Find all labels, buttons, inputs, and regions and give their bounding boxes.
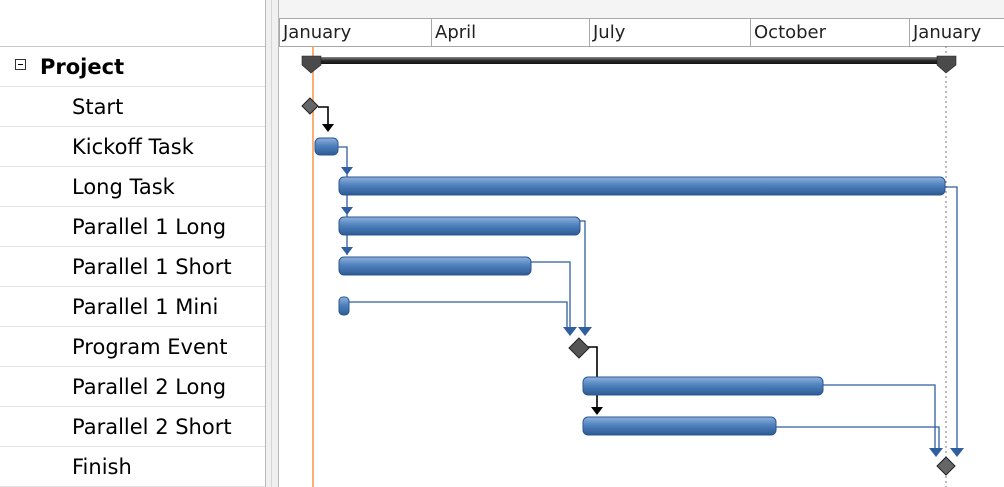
milestone-start-diamond-icon[interactable]: [301, 97, 319, 115]
task-row-parallel-1-short[interactable]: Parallel 1 Short: [0, 247, 265, 287]
timescale-period: April: [431, 19, 589, 46]
task-bar-parallel-2-short[interactable]: [582, 416, 777, 436]
task-bar-parallel-1-short[interactable]: [338, 256, 532, 276]
task-name: Parallel 1 Long: [72, 215, 227, 239]
link-arrows: [341, 167, 964, 457]
link-arrow-icon: [563, 327, 577, 336]
gantt-view: Project Start Kickoff Task Long Task Par…: [0, 0, 1004, 487]
gantt-chart-pane: January April July October January: [279, 0, 1004, 487]
task-bar-parallel-1-long[interactable]: [338, 216, 581, 236]
task-name: Finish: [72, 455, 132, 479]
task-row-long-task[interactable]: Long Task: [0, 167, 265, 207]
task-name-column: Project Start Kickoff Task Long Task Par…: [0, 0, 265, 487]
milestone-finish-diamond-icon[interactable]: [936, 456, 956, 476]
timescale-period: July: [589, 19, 750, 46]
task-list-header: [0, 0, 265, 47]
timescale-period: January: [279, 19, 431, 46]
task-name: Project: [40, 55, 125, 79]
pane-splitter[interactable]: [265, 0, 279, 487]
task-row-kickoff-task[interactable]: Kickoff Task: [0, 127, 265, 167]
task-row-parallel-1-long[interactable]: Parallel 1 Long: [0, 207, 265, 247]
timescale-top-tier: [279, 0, 1004, 19]
task-bar-long-task[interactable]: [338, 176, 946, 196]
timescale: January April July October January: [279, 0, 1004, 47]
task-name: Parallel 1 Short: [72, 255, 232, 279]
task-name: Parallel 2 Short: [72, 415, 232, 439]
task-name: Parallel 2 Long: [72, 375, 227, 399]
link-arrow-icon: [578, 327, 592, 336]
task-row-finish[interactable]: Finish: [0, 447, 265, 487]
task-bar-parallel-1-mini[interactable]: [338, 296, 350, 316]
task-row-parallel-2-long[interactable]: Parallel 2 Long: [0, 367, 265, 407]
task-name: Long Task: [72, 175, 175, 199]
timescale-period: October: [750, 19, 909, 46]
timescale-period: January: [909, 19, 1004, 46]
link-arrow-icon: [341, 167, 353, 175]
milestone-program-event-diamond-icon[interactable]: [568, 337, 590, 359]
task-row-start[interactable]: Start: [0, 87, 265, 127]
task-row-parallel-1-mini[interactable]: Parallel 1 Mini: [0, 287, 265, 327]
task-bar-parallel-2-long[interactable]: [582, 376, 824, 396]
task-row-project[interactable]: Project: [0, 47, 265, 87]
gantt-bars: [301, 46, 964, 487]
task-name: Start: [72, 95, 124, 119]
link-arrow-icon: [591, 407, 603, 415]
link-arrow-icon: [341, 247, 353, 255]
task-bar-kickoff[interactable]: [314, 137, 339, 156]
link-arrow-icon: [950, 448, 964, 457]
task-row-parallel-2-short[interactable]: Parallel 2 Short: [0, 407, 265, 447]
dependency-link: [318, 106, 329, 125]
task-name: Program Event: [72, 335, 228, 359]
link-arrow-icon: [929, 448, 943, 457]
collapse-minus-icon[interactable]: [15, 59, 26, 70]
summary-bar-project[interactable]: [301, 55, 957, 74]
link-arrow-icon: [322, 124, 334, 132]
task-name: Parallel 1 Mini: [72, 295, 219, 319]
task-row-program-event[interactable]: Program Event: [0, 327, 265, 367]
task-name: Kickoff Task: [72, 135, 194, 159]
link-arrow-icon: [341, 207, 353, 215]
